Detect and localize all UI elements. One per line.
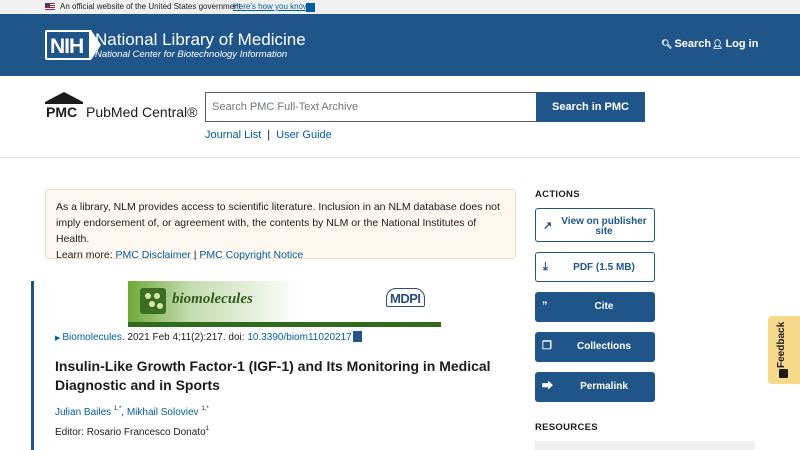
quote-icon: ” [542,300,548,312]
collections-label: Collections [577,341,631,352]
permalink-button[interactable]: ⮕ Permalink [535,372,655,402]
pmc-copyright-link[interactable]: PMC Copyright Notice [199,249,303,261]
gov-banner: An official website of the United States… [0,0,800,14]
actions-heading: ACTIONS [535,189,580,200]
collections-button[interactable]: ❐ Collections [535,332,655,362]
header-search-label: Search [674,38,712,50]
learn-more-label: Learn more: [56,249,113,261]
pmc-logo[interactable]: PMC [45,92,83,122]
library-notice: As a library, NLM provides access to sci… [45,189,516,261]
external-link-icon[interactable] [352,331,362,342]
view-publisher-label: View on publisher site [561,216,647,237]
editor-line: Editor: Rosario Francesco Donato1 [55,426,209,438]
cite-button[interactable]: ” Cite [535,292,655,322]
pmc-logo-letters: PMC [46,104,78,120]
journal-link[interactable]: Biomolecules [62,332,121,343]
permalink-label: Permalink [580,381,628,392]
external-link-icon: ↗ [543,220,553,232]
view-publisher-button[interactable]: ↗ View on publisher site [535,208,655,242]
resources-heading: RESOURCES [535,422,598,433]
feedback-tab[interactable]: Feedback [768,316,800,384]
pmc-disclaimer-link[interactable]: PMC Disclaimer [116,249,191,261]
citation-line: ▶ Biomolecules. 2021 Feb 4;11(2):217. doi… [55,331,362,343]
header-search-button[interactable]: 🔍︎ Search [661,38,711,50]
search-icon: 🔍︎ [661,39,673,49]
feedback-label: Feedback [776,321,787,368]
author-list: Julian Bailes 1,*, Mikhail Soloviev 1,* [55,406,209,418]
pmc-search-input[interactable] [205,92,536,122]
link-separator: | [267,129,271,141]
nih-logo-text: NIH [50,35,84,58]
notice-separator: | [193,249,197,261]
journal-list-link[interactable]: Journal List [205,129,261,141]
citation-text: . 2021 Feb 4;11(2):217. doi: [121,332,248,343]
pmc-search-bar: PMC PubMed Central® Search in PMC Journa… [0,76,800,158]
pmc-name[interactable]: PubMed Central® [86,104,197,120]
pmc-links: Journal List | User Guide [205,129,332,141]
nih-header: NIH National Library of Medicine Nationa… [0,14,800,76]
us-flag-icon [45,3,55,10]
nih-logo[interactable]: NIH [45,30,101,60]
journal-banner-title: biomolecules [172,291,253,307]
share-icon: ⮕ [542,380,553,392]
publisher-logo: MDPI [386,288,425,307]
resources-accordion[interactable] [535,441,755,450]
author-affiliation[interactable]: 1,* [201,406,208,412]
user-guide-link[interactable]: User Guide [276,129,332,141]
header-login-label: Log in [725,38,759,50]
search-in-pmc-button[interactable]: Search in PMC [536,92,645,122]
editor-name: Rosario Francesco Donato [86,427,206,438]
notice-text: As a library, NLM provides access to sci… [56,201,500,245]
article-accent-bar [31,281,34,450]
cite-label: Cite [594,301,614,312]
header-login-button[interactable]: 👤︎ Log in [712,38,758,50]
heres-how-you-know-link[interactable]: Here's how you know [233,2,309,11]
download-icon: ⤓ [543,261,548,273]
nlm-title[interactable]: National Library of Medicine [95,30,306,50]
cells-icon [140,288,166,314]
gov-banner-text: An official website of the United States… [60,2,241,11]
pmc-roof-icon [45,92,83,102]
author-link[interactable]: Mikhail Soloviev [127,407,199,418]
doi-link[interactable]: 10.3390/biom11020217 [247,332,351,343]
editor-prefix: Editor: [55,427,87,438]
editor-affiliation[interactable]: 1 [206,426,209,432]
triangle-right-icon[interactable]: ▶ [55,335,60,342]
author-link[interactable]: Julian Bailes [55,407,111,418]
journal-banner[interactable]: biomolecules MDPI [128,281,441,327]
user-icon: 👤︎ [712,39,724,49]
pdf-label: PDF (1.5 MB) [573,262,635,273]
feedback-icon [779,369,788,378]
bookmark-icon: ❐ [542,340,552,352]
chevron-down-icon[interactable] [306,3,315,12]
author-affiliation[interactable]: 1,* [114,406,121,412]
ncbi-subtitle: National Center for Biotechnology Inform… [95,49,288,60]
article-title: Insulin-Like Growth Factor-1 (IGF-1) and… [55,358,491,393]
pdf-button[interactable]: ⤓ PDF (1.5 MB) [535,252,655,282]
